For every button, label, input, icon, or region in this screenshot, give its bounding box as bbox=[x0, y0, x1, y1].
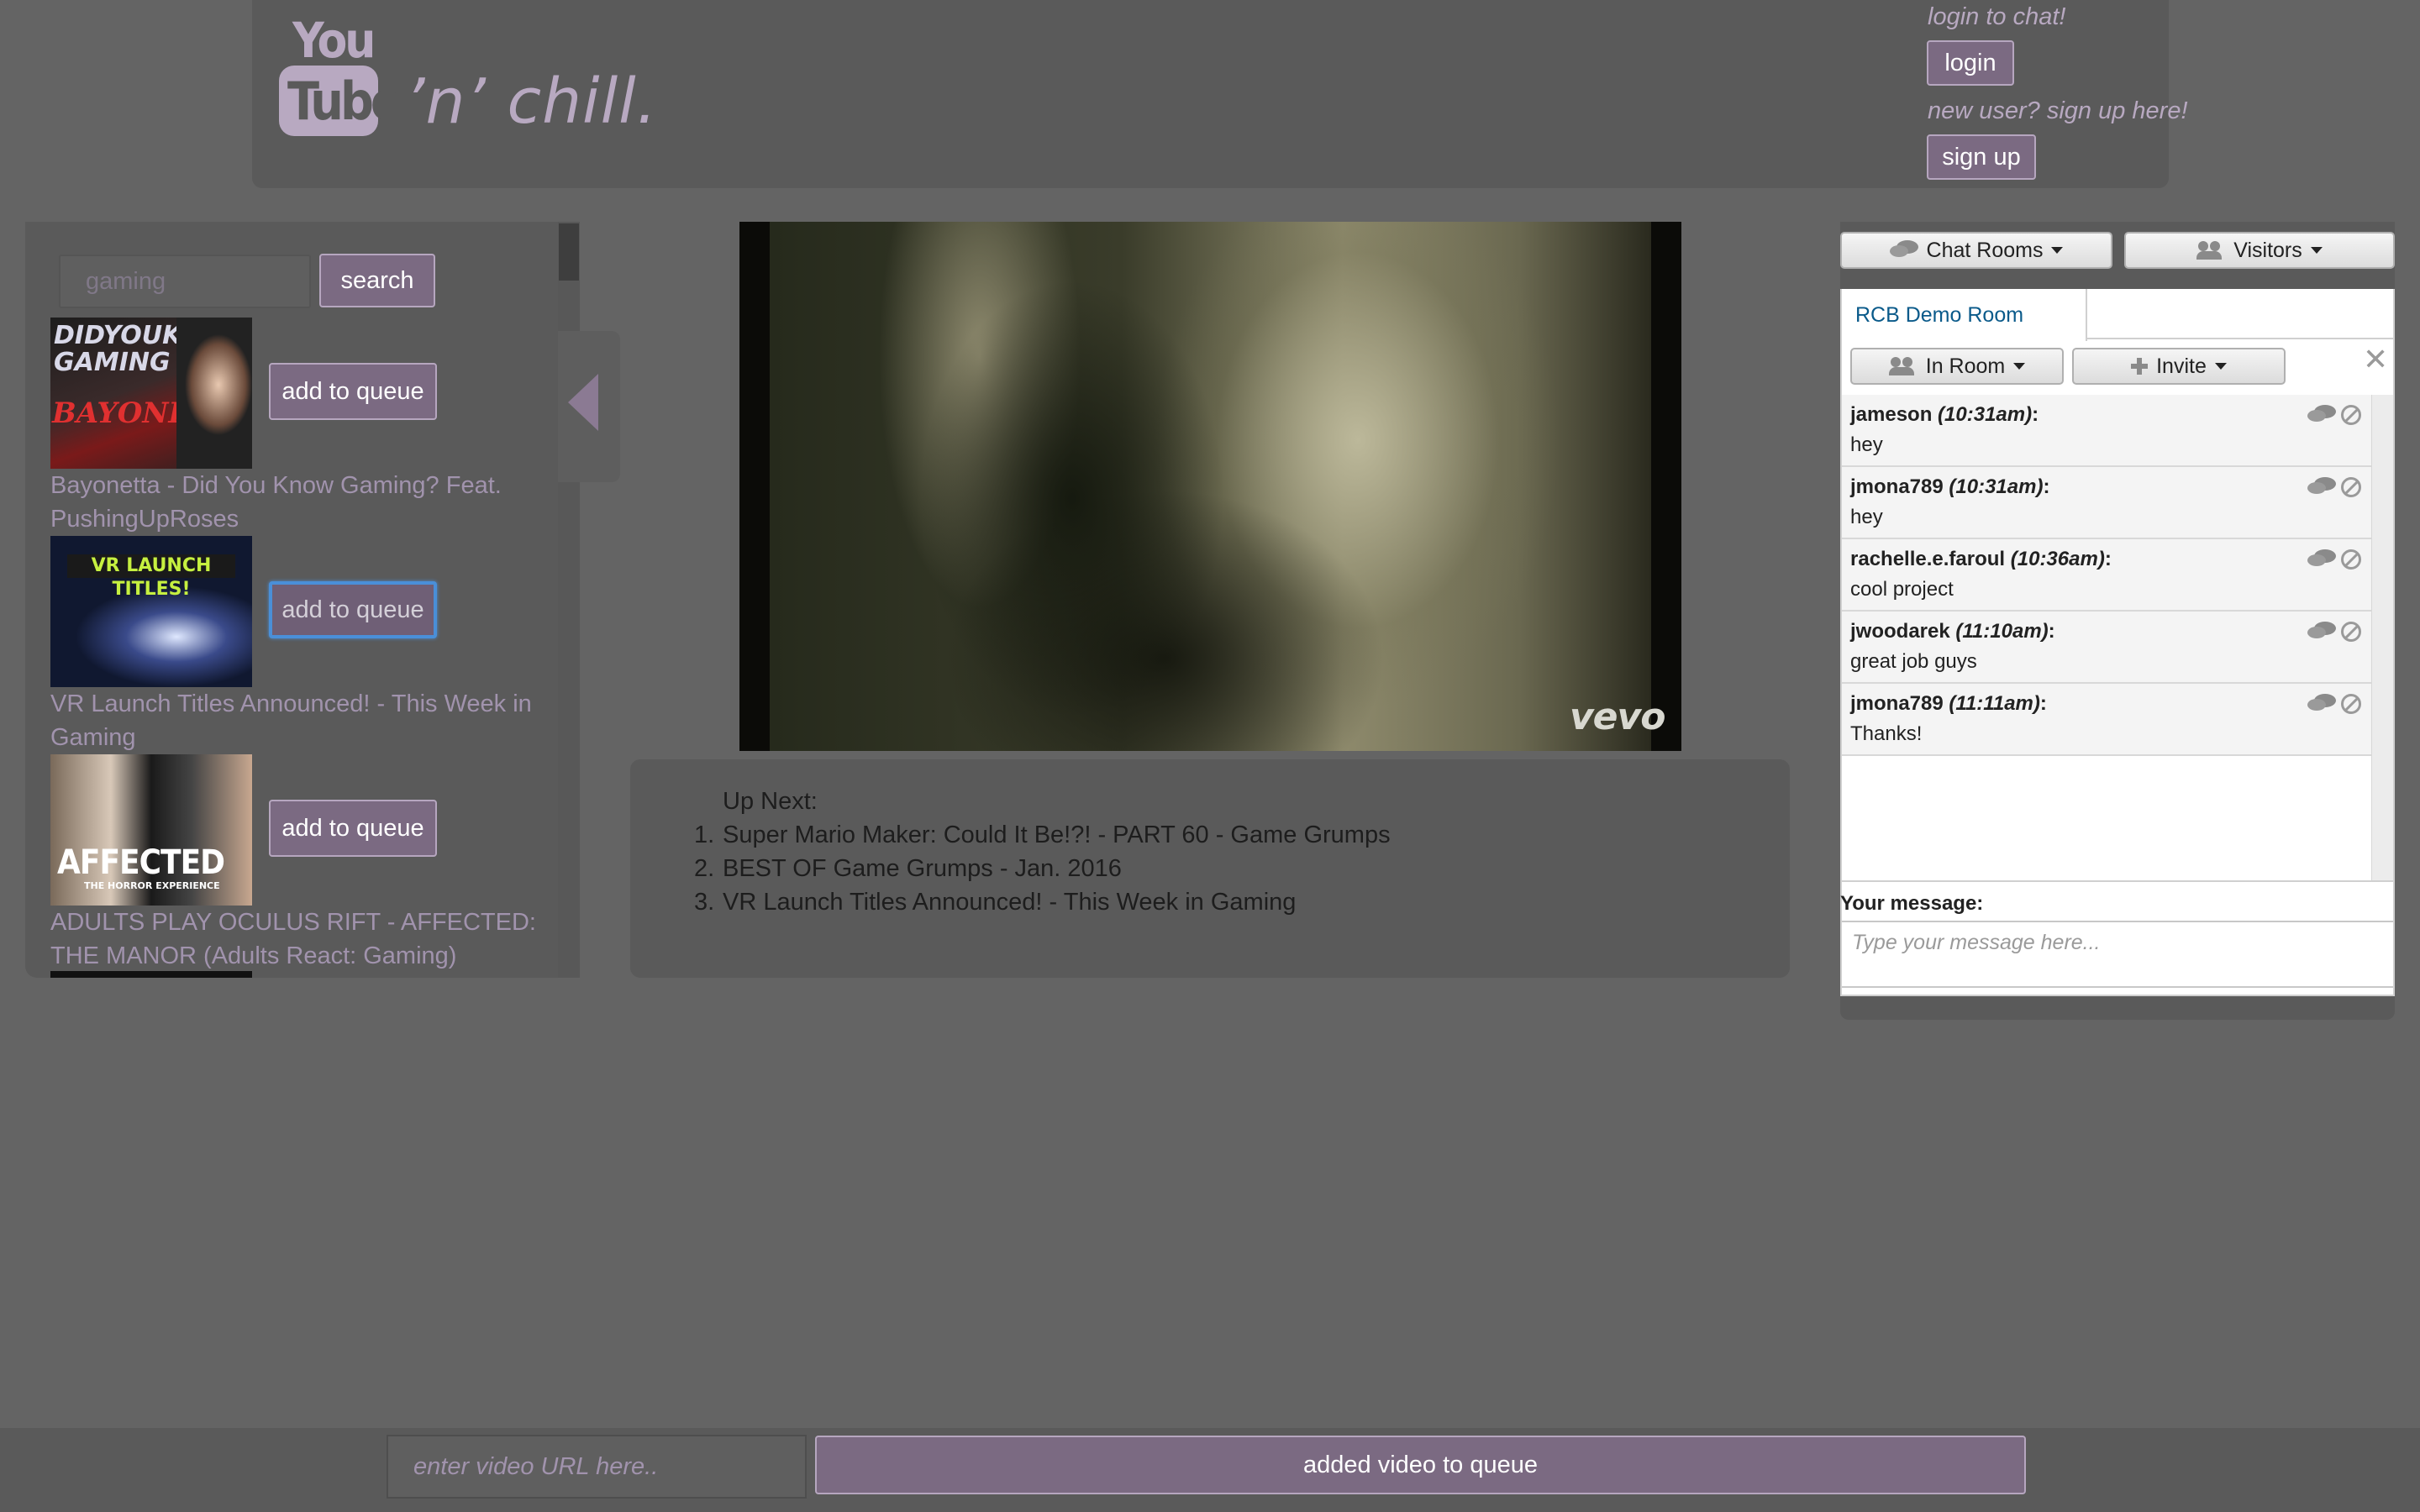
message-author: jwoodarek (11:10am): bbox=[1850, 620, 2055, 643]
chat-scrollbar[interactable] bbox=[2371, 395, 2393, 880]
add-to-queue-button[interactable]: add to queue bbox=[269, 581, 437, 638]
video-title-link[interactable]: Bayonetta - Did You Know Gaming? Feat. P… bbox=[50, 469, 555, 536]
block-icon[interactable] bbox=[2341, 405, 2361, 425]
chat-rooms-dropdown[interactable]: Chat Rooms bbox=[1840, 232, 2112, 269]
your-message-label: Your message: bbox=[1840, 892, 1984, 915]
tab-rcb-demo-room[interactable]: RCB Demo Room bbox=[1842, 289, 2087, 341]
message-text: hey bbox=[1850, 433, 1883, 456]
video-title-link[interactable]: ADULTS PLAY OCULUS RIFT - AFFECTED: THE … bbox=[50, 906, 555, 973]
chat-message: rachelle.e.faroul (10:36am): cool projec… bbox=[1842, 539, 2371, 612]
block-icon[interactable] bbox=[2341, 622, 2361, 642]
chat-bubble-icon bbox=[1889, 240, 1918, 260]
message-author: jmona789 (11:11am): bbox=[1850, 692, 2047, 715]
plus-icon bbox=[2131, 358, 2149, 375]
add-to-queue-button[interactable]: add to queue bbox=[269, 363, 437, 420]
caret-down-icon bbox=[2051, 247, 2064, 254]
video-player[interactable] bbox=[739, 222, 1681, 751]
video-thumbnail[interactable]: AFFECTED THE HORROR EXPERIENCE bbox=[50, 754, 252, 906]
block-icon[interactable] bbox=[2341, 694, 2361, 714]
close-icon[interactable]: ✕ bbox=[2363, 343, 2388, 377]
up-next-item: 3. VR Launch Titles Announced! - This Wee… bbox=[694, 889, 1297, 916]
people-icon bbox=[2196, 241, 2225, 260]
login-hint: login to chat! bbox=[1928, 3, 2066, 30]
message-text: great job guys bbox=[1850, 650, 1977, 673]
visitors-dropdown[interactable]: Visitors bbox=[2124, 232, 2395, 269]
reply-icon[interactable] bbox=[2307, 549, 2336, 570]
block-icon[interactable] bbox=[2341, 549, 2361, 570]
video-title-link[interactable]: VR Launch Titles Announced! - This Week … bbox=[50, 687, 555, 754]
results-scrollbar-thumb[interactable] bbox=[559, 223, 579, 281]
queue-status-button[interactable]: added video to queue bbox=[815, 1436, 2026, 1494]
add-to-queue-button[interactable]: add to queue bbox=[269, 800, 437, 857]
message-text: cool project bbox=[1850, 578, 1954, 601]
message-text: Thanks! bbox=[1850, 722, 1923, 745]
chat-message: jmona789 (11:11am): Thanks! bbox=[1842, 684, 2371, 756]
message-author: jameson (10:31am): bbox=[1850, 403, 2039, 426]
message-input[interactable]: Type your message here... bbox=[1842, 921, 2393, 988]
reply-icon[interactable] bbox=[2307, 405, 2336, 425]
video-thumbnail[interactable]: VR LAUNCH TITLES! bbox=[50, 536, 252, 687]
video-thumbnail[interactable]: DIDYOUKNOW GAMING BAYONETTA bbox=[50, 318, 252, 469]
chat-message: jmona789 (10:31am): hey bbox=[1842, 467, 2371, 539]
people-icon bbox=[1888, 357, 1918, 375]
reply-icon[interactable] bbox=[2307, 477, 2336, 497]
reply-icon[interactable] bbox=[2307, 694, 2336, 714]
vevo-watermark: vevo bbox=[1570, 696, 1665, 738]
in-room-dropdown[interactable]: In Room bbox=[1850, 348, 2064, 385]
caret-down-icon bbox=[2013, 363, 2026, 370]
site-tagline: ’n’ chill. bbox=[405, 66, 658, 138]
up-next-item: 2. BEST OF Game Grumps - Jan. 2016 bbox=[694, 855, 1122, 882]
invite-dropdown[interactable]: Invite bbox=[2072, 348, 2286, 385]
video-frame bbox=[770, 222, 1651, 751]
caret-down-icon bbox=[2214, 363, 2227, 370]
up-next-item: 1. Super Mario Maker: Could It Be!?! - PA… bbox=[694, 822, 1391, 848]
reply-icon[interactable] bbox=[2307, 622, 2336, 642]
youtube-logo: You Tube bbox=[277, 12, 402, 138]
collapse-arrow-icon[interactable] bbox=[568, 374, 598, 431]
search-input[interactable]: gaming bbox=[59, 255, 311, 308]
video-thumbnail-partial bbox=[50, 971, 252, 978]
block-icon[interactable] bbox=[2341, 477, 2361, 497]
signup-button[interactable]: sign up bbox=[1927, 134, 2036, 180]
chat-message: jameson (10:31am): hey bbox=[1842, 395, 2371, 467]
up-next-title: Up Next: bbox=[723, 788, 818, 815]
message-text: hey bbox=[1850, 506, 1883, 528]
divider bbox=[1842, 880, 2393, 882]
video-url-input[interactable]: enter video URL here.. bbox=[387, 1435, 807, 1499]
signup-hint: new user? sign up here! bbox=[1928, 97, 2188, 124]
chat-message: jwoodarek (11:10am): great job guys bbox=[1842, 612, 2371, 684]
message-author: rachelle.e.faroul (10:36am): bbox=[1850, 548, 2112, 570]
message-author: jmona789 (10:31am): bbox=[1850, 475, 2050, 498]
login-button[interactable]: login bbox=[1927, 40, 2014, 86]
search-button[interactable]: search bbox=[319, 254, 435, 307]
caret-down-icon bbox=[2310, 247, 2323, 254]
